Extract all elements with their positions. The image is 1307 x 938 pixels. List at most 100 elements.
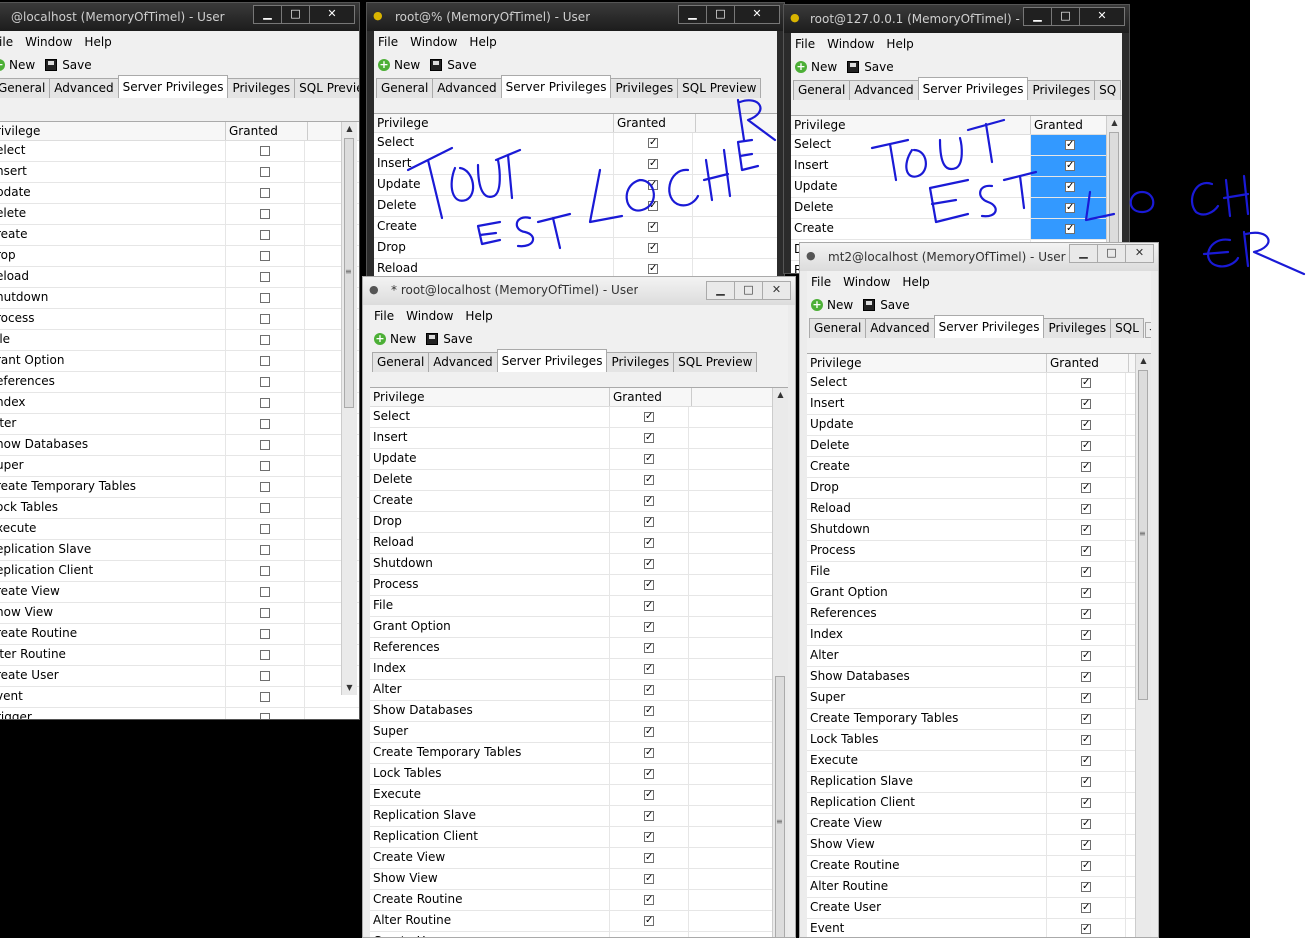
tab-sql-truncated[interactable]: SQL xyxy=(1110,318,1144,338)
checked-checkbox[interactable]: ✓ xyxy=(1081,672,1091,682)
close-button[interactable]: ✕ xyxy=(309,5,355,24)
checked-checkbox[interactable]: ✓ xyxy=(644,895,654,905)
scroll-up-icon[interactable]: ▲ xyxy=(1107,116,1122,130)
checked-checkbox[interactable]: ✓ xyxy=(648,264,658,274)
table-row[interactable]: Update ✓ xyxy=(374,175,777,196)
menu-window[interactable]: Window xyxy=(827,37,874,51)
table-row[interactable]: Drop ✓ xyxy=(374,238,777,259)
checked-checkbox[interactable]: ✓ xyxy=(1081,924,1091,934)
granted-column-header[interactable]: Granted xyxy=(614,114,696,132)
table-row[interactable]: reate xyxy=(0,225,359,246)
checked-checkbox[interactable]: ✓ xyxy=(644,538,654,548)
checked-checkbox[interactable]: ✓ xyxy=(644,832,654,842)
table-row[interactable]: Execute ✓ xyxy=(807,751,1151,772)
privilege-column-header[interactable]: Privilege xyxy=(807,354,1047,372)
table-row[interactable]: rant Option xyxy=(0,351,359,372)
new-button[interactable]: +New xyxy=(795,60,837,74)
checked-checkbox[interactable]: ✓ xyxy=(644,475,654,485)
tab-privileges[interactable]: Privileges xyxy=(606,352,675,372)
minimize-button[interactable]: ▁ xyxy=(1023,7,1052,26)
menu-file[interactable]: File xyxy=(374,309,394,323)
tab-general[interactable]: General xyxy=(809,318,867,338)
menu-help[interactable]: Help xyxy=(902,275,929,289)
save-button[interactable]: Save xyxy=(847,60,894,74)
table-row[interactable]: reate User xyxy=(0,666,359,687)
unchecked-checkbox[interactable] xyxy=(260,608,270,618)
table-row[interactable]: Drop ✓ xyxy=(370,512,788,533)
table-row[interactable]: Delete ✓ xyxy=(374,196,777,217)
table-row[interactable]: Alter Routine ✓ xyxy=(370,911,788,932)
table-row[interactable]: Shutdown ✓ xyxy=(807,520,1151,541)
user-window-root-localhost[interactable]: ● * root@localhost (MemoryOfTimel) - Use… xyxy=(362,276,796,938)
checked-checkbox[interactable]: ✓ xyxy=(644,433,654,443)
new-button[interactable]: +New xyxy=(378,58,420,72)
table-row[interactable]: Update ✓ xyxy=(791,177,1122,198)
table-row[interactable]: Show Databases ✓ xyxy=(370,701,788,722)
table-row[interactable]: Lock Tables ✓ xyxy=(370,764,788,785)
table-row[interactable]: rocess xyxy=(0,309,359,330)
table-row[interactable]: elect xyxy=(0,141,359,162)
checked-checkbox[interactable]: ✓ xyxy=(648,180,658,190)
scroll-up-icon[interactable]: ▲ xyxy=(1136,354,1151,368)
menu-help[interactable]: Help xyxy=(469,35,496,49)
table-row[interactable]: Update ✓ xyxy=(370,449,788,470)
table-row[interactable]: how Databases xyxy=(0,435,359,456)
privilege-column-header[interactable]: Privilege xyxy=(374,114,614,132)
unchecked-checkbox[interactable] xyxy=(260,230,270,240)
table-row[interactable]: Create Temporary Tables ✓ xyxy=(807,709,1151,730)
vertical-scrollbar[interactable]: ▲ ≡ xyxy=(772,388,788,937)
table-row[interactable]: Insert ✓ xyxy=(791,156,1122,177)
tab-general[interactable]: General xyxy=(376,78,434,98)
checked-checkbox[interactable]: ✓ xyxy=(644,874,654,884)
unchecked-checkbox[interactable] xyxy=(260,188,270,198)
checked-checkbox[interactable]: ✓ xyxy=(644,748,654,758)
table-row[interactable]: rop xyxy=(0,246,359,267)
checked-checkbox[interactable]: ✓ xyxy=(1081,630,1091,640)
menu-help[interactable]: Help xyxy=(84,35,111,49)
table-row[interactable]: Select ✓ xyxy=(791,135,1122,156)
table-row[interactable]: Show View ✓ xyxy=(370,869,788,890)
table-row[interactable]: Insert ✓ xyxy=(807,394,1151,415)
table-row[interactable]: Alter ✓ xyxy=(807,646,1151,667)
table-row[interactable]: Update ✓ xyxy=(807,415,1151,436)
unchecked-checkbox[interactable] xyxy=(260,419,270,429)
checked-checkbox[interactable]: ✓ xyxy=(1081,483,1091,493)
tab-privileges[interactable]: Privileges xyxy=(1043,318,1112,338)
checked-checkbox[interactable]: ✓ xyxy=(1081,861,1091,871)
close-button[interactable]: ✕ xyxy=(762,281,791,300)
checked-checkbox[interactable]: ✓ xyxy=(644,664,654,674)
close-button[interactable]: ✕ xyxy=(1079,7,1125,26)
table-row[interactable]: Create ✓ xyxy=(374,217,777,238)
menu-file[interactable]: File xyxy=(795,37,815,51)
tab-server-privileges[interactable]: Server Privileges xyxy=(496,349,608,372)
table-row[interactable]: eload xyxy=(0,267,359,288)
checked-checkbox[interactable]: ✓ xyxy=(644,559,654,569)
table-row[interactable]: Super ✓ xyxy=(370,722,788,743)
scroll-down-icon[interactable]: ▼ xyxy=(342,681,357,695)
checked-checkbox[interactable]: ✓ xyxy=(1081,882,1091,892)
tab-general[interactable]: General xyxy=(372,352,430,372)
tab-server-privileges[interactable]: Server Privileges xyxy=(500,75,612,98)
menu-file[interactable]: File xyxy=(378,35,398,49)
scroll-up-icon[interactable]: ▲ xyxy=(773,388,788,402)
unchecked-checkbox[interactable] xyxy=(260,629,270,639)
table-row[interactable]: elete xyxy=(0,204,359,225)
table-row[interactable]: Grant Option ✓ xyxy=(807,583,1151,604)
user-window-at-localhost[interactable]: @localhost (MemoryOfTimel) - User ▁ □ ✕ … xyxy=(0,2,360,720)
privilege-column-header[interactable]: rivilege xyxy=(0,122,226,140)
checked-checkbox[interactable]: ✓ xyxy=(1081,819,1091,829)
checked-checkbox[interactable]: ✓ xyxy=(1081,462,1091,472)
checked-checkbox[interactable]: ✓ xyxy=(644,412,654,422)
checked-checkbox[interactable]: ✓ xyxy=(1065,140,1075,150)
table-row[interactable]: Delete ✓ xyxy=(370,470,788,491)
table-row[interactable]: File ✓ xyxy=(807,562,1151,583)
granted-column-header[interactable]: Granted xyxy=(226,122,308,140)
tab-server-privileges[interactable]: Server Privileges xyxy=(917,77,1029,100)
table-row[interactable]: Replication Slave ✓ xyxy=(807,772,1151,793)
table-row[interactable]: Index ✓ xyxy=(807,625,1151,646)
tab-sql-preview[interactable]: SQL Preview xyxy=(673,352,758,372)
checked-checkbox[interactable]: ✓ xyxy=(648,243,658,253)
table-row[interactable]: Show View ✓ xyxy=(807,835,1151,856)
menu-help[interactable]: Help xyxy=(886,37,913,51)
unchecked-checkbox[interactable] xyxy=(260,272,270,282)
